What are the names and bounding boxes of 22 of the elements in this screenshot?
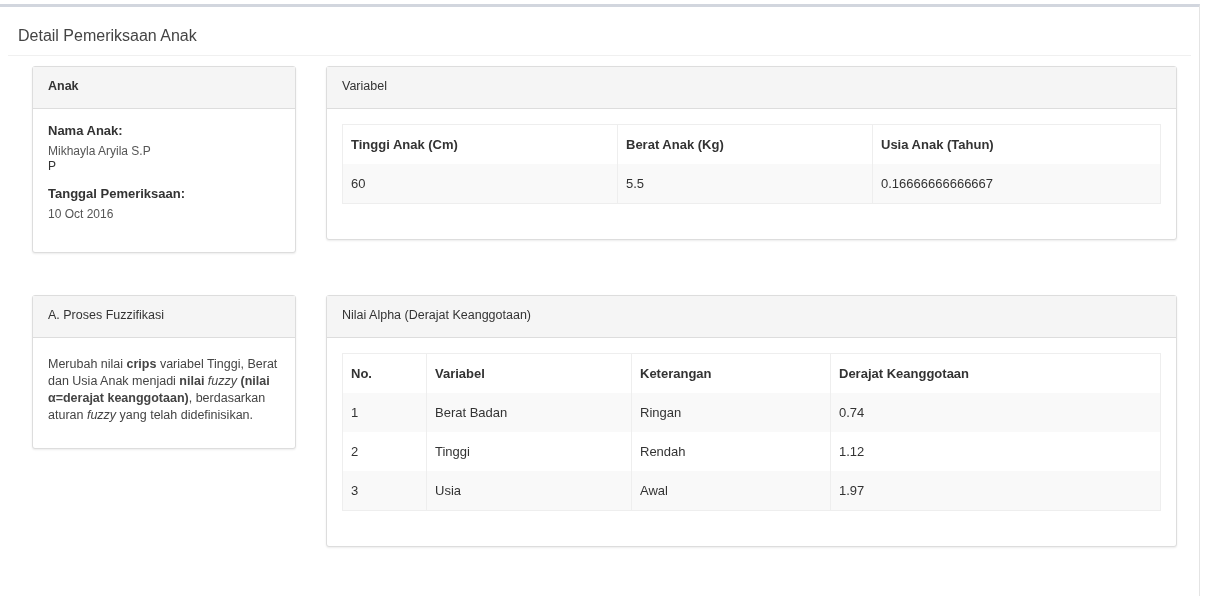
table-cell: 1.97 (830, 471, 1161, 511)
field-label: Nama Anak: (48, 123, 124, 138)
table-cell: 3 (342, 471, 427, 511)
field-value: P (48, 159, 57, 174)
table-cell: 0.16666666666667 (872, 164, 1161, 204)
card-heading: Anak (48, 79, 79, 93)
table-cell: Berat Badan (426, 393, 632, 432)
description-text: Merubah nilai crips variabel Tinggi, Berat dan Usia Anak menjadi nilai fuzzy (nilai α=derajat keanggotaan), berdasarkan aturan fuzzy yang telah didefinisikan. (48, 356, 279, 424)
card-heading: Variabel (342, 79, 387, 93)
table-cell: 1 (342, 393, 427, 432)
table-cell: Awal (631, 471, 831, 511)
table-cell: Ringan (631, 393, 831, 432)
table-cell: 0.74 (830, 393, 1161, 432)
field-label: Tanggal Pemeriksaan: (48, 186, 187, 201)
table-cell: 60 (342, 164, 618, 204)
field-value: 10 Oct 2016 (48, 207, 115, 222)
card-heading: A. Proses Fuzzifikasi (48, 308, 164, 322)
table-cell: Usia (426, 471, 632, 511)
table-cell: 5.5 (617, 164, 873, 204)
field-value: Mikhayla Aryila S.P (48, 144, 152, 159)
card-heading: Nilai Alpha (Derajat Keanggotaan) (342, 308, 531, 322)
page-title: Detail Pemeriksaan Anak (18, 27, 197, 44)
